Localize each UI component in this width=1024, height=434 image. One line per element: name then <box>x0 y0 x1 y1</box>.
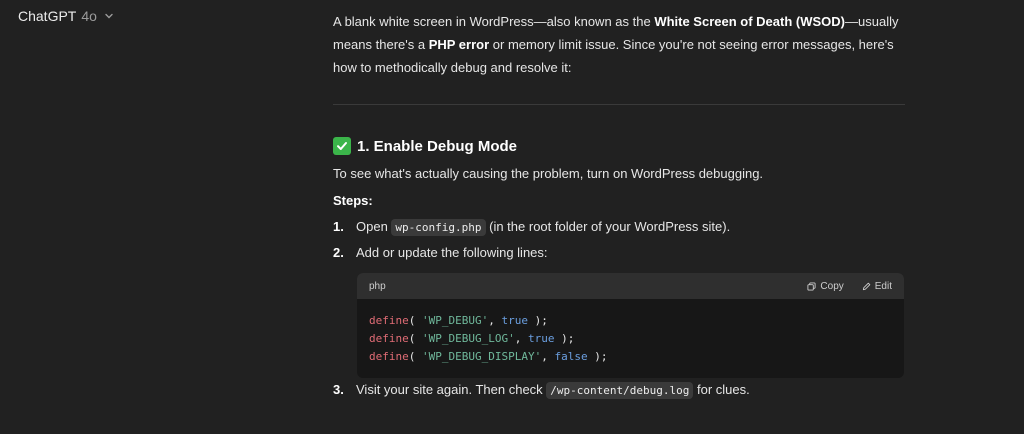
code-string: 'WP_DEBUG' <box>422 314 489 327</box>
check-mark-icon <box>333 137 351 155</box>
code-string: 'WP_DEBUG_LOG' <box>422 332 515 345</box>
section-heading: 1. Enable Debug Mode <box>333 137 517 155</box>
code-line: define( 'WP_DEBUG_DISPLAY', false ); <box>369 350 607 363</box>
chevron-down-icon <box>105 13 113 19</box>
step-text: Visit your site again. Then check /wp-co… <box>356 382 750 399</box>
step-text-pre: Visit your site again. Then check <box>356 382 547 397</box>
model-selector[interactable]: ChatGPT 4o <box>18 8 114 24</box>
step-number: 1. <box>333 219 344 234</box>
inline-code: wp-config.php <box>391 219 486 236</box>
intro-bold-wsod: White Screen of Death (WSOD) <box>654 14 845 29</box>
code-string: 'WP_DEBUG_DISPLAY' <box>422 350 542 363</box>
code-language: php <box>369 280 386 292</box>
intro-paragraph: A blank white screen in WordPress—also k… <box>333 10 905 79</box>
app-name: ChatGPT <box>18 8 77 24</box>
code-line: define( 'WP_DEBUG', true ); <box>369 314 548 327</box>
list-item: 1. Open wp-config.php (in the root folde… <box>333 219 731 236</box>
copy-label: Copy <box>820 280 844 292</box>
code-line: define( 'WP_DEBUG_LOG', true ); <box>369 332 574 345</box>
code-content[interactable]: define( 'WP_DEBUG', true ); define( 'WP_… <box>357 299 904 366</box>
step-number: 2. <box>333 245 344 260</box>
intro-bold-php-error: PHP error <box>428 37 490 52</box>
list-item: 2. Add or update the following lines: <box>333 245 548 260</box>
code-punct: , <box>514 332 528 345</box>
code-fn: define <box>369 350 409 363</box>
step-text-post: for clues. <box>693 382 750 397</box>
edit-label: Edit <box>874 280 892 292</box>
step-text: Add or update the following lines: <box>356 245 548 260</box>
code-punct: ( <box>408 332 422 345</box>
code-punct: , <box>488 314 502 327</box>
intro-text-1: A blank white screen in WordPress—also k… <box>333 14 655 29</box>
model-version: 4o <box>81 8 97 24</box>
code-keyword: true <box>527 332 555 345</box>
code-fn: define <box>369 332 409 345</box>
code-block-header: php Copy Edit <box>357 273 904 299</box>
code-fn: define <box>369 314 409 327</box>
step-number: 3. <box>333 382 344 397</box>
code-punct: , <box>541 350 555 363</box>
step-text: Open wp-config.php (in the root folder o… <box>356 219 731 236</box>
steps-label: Steps: <box>333 193 373 208</box>
section-title: 1. Enable Debug Mode <box>357 137 518 155</box>
step-text-pre: Open <box>356 219 392 234</box>
divider <box>333 104 905 105</box>
copy-icon <box>807 281 816 291</box>
inline-code: /wp-content/debug.log <box>546 382 694 399</box>
code-block: php Copy Edit define( 'WP_DEBUG', true )… <box>357 273 904 378</box>
copy-button[interactable]: Copy <box>807 280 844 292</box>
code-punct: ); <box>554 332 575 345</box>
code-keyword: false <box>554 350 588 363</box>
code-punct: ( <box>408 350 422 363</box>
section-description: To see what's actually causing the probl… <box>333 166 764 181</box>
code-punct: ( <box>408 314 422 327</box>
code-keyword: true <box>501 314 528 327</box>
code-punct: ); <box>587 350 608 363</box>
edit-button[interactable]: Edit <box>862 281 892 292</box>
list-item: 3. Visit your site again. Then check /wp… <box>333 382 750 399</box>
step-text-post: (in the root folder of your WordPress si… <box>485 219 731 234</box>
pencil-icon <box>862 282 871 290</box>
code-punct: ); <box>527 314 548 327</box>
